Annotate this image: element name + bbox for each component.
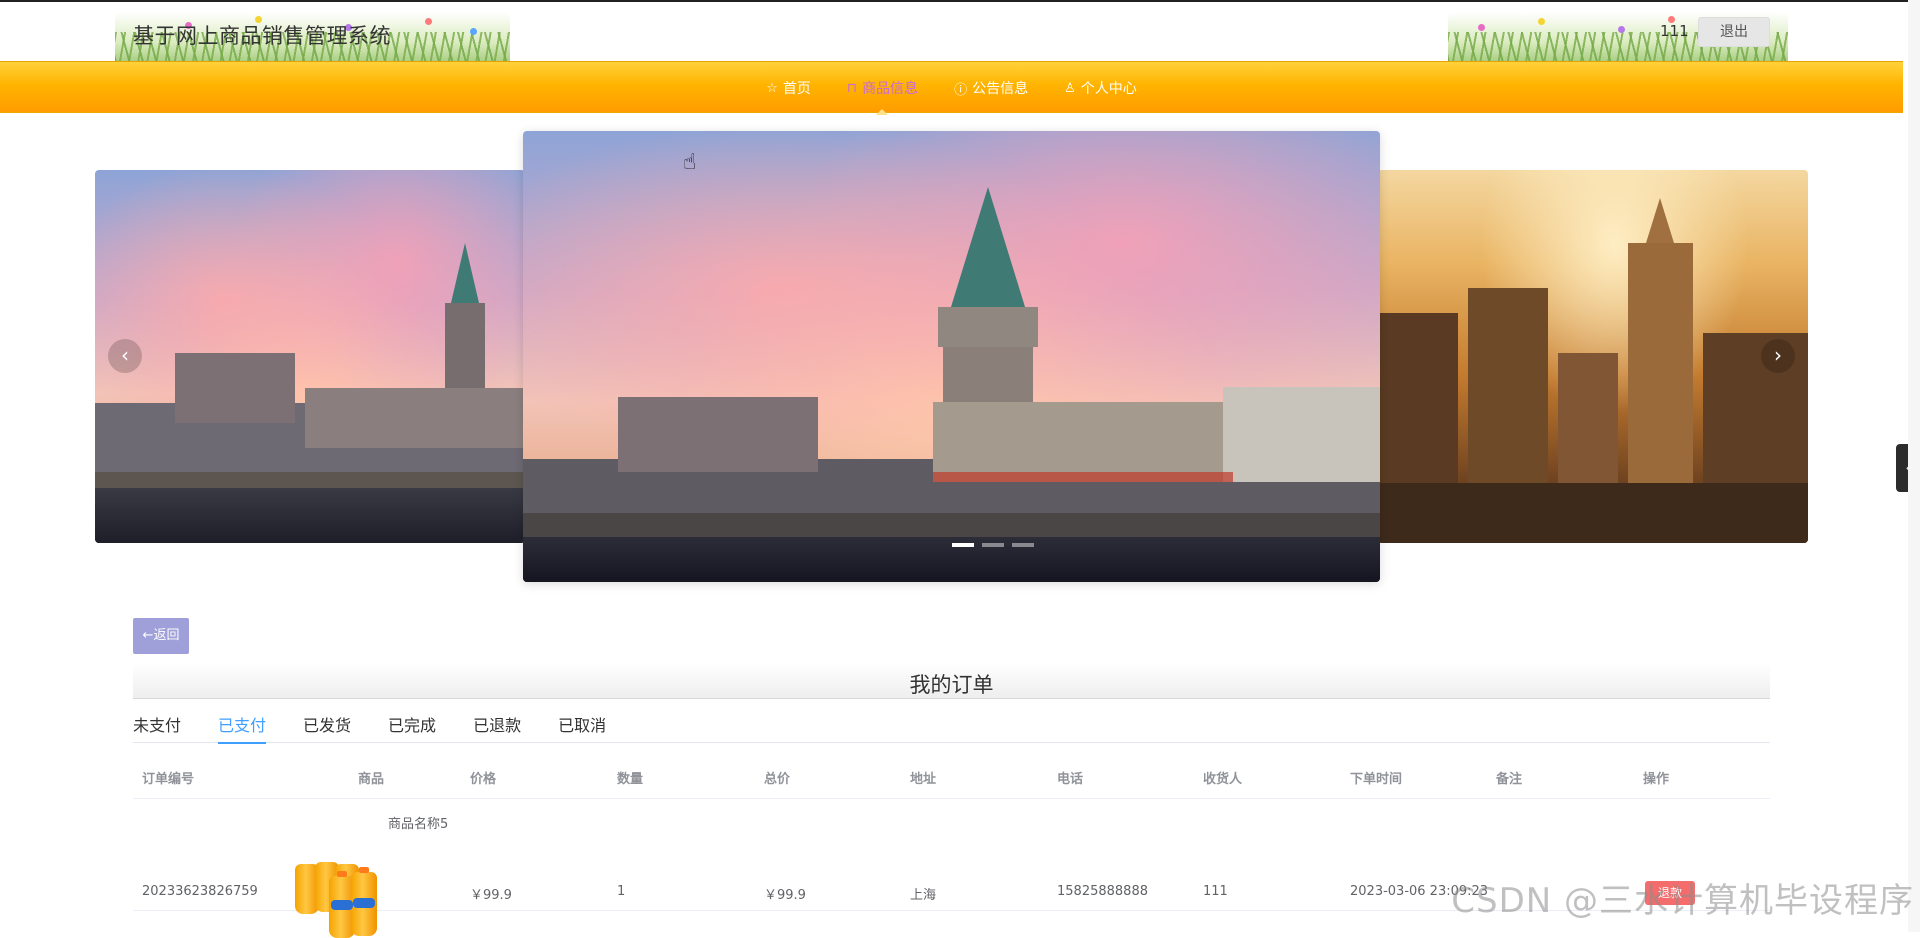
column-header-price: 价格	[470, 768, 496, 787]
column-header-receiver: 收货人	[1203, 768, 1242, 787]
column-header-product: 商品	[358, 768, 384, 787]
column-header-action: 操作	[1643, 768, 1669, 787]
quantity-cell: 1	[617, 884, 625, 899]
column-header-total: 总价	[764, 768, 790, 787]
nav-item-label: 公告信息	[972, 78, 1028, 98]
column-header-remark: 备注	[1496, 768, 1522, 787]
carousel-slide-current[interactable]	[523, 131, 1380, 582]
table-header: 订单编号 商品 价格 数量 总价 地址 电话 收货人 下单时间 备注 操作	[133, 760, 1770, 799]
carousel-indicator[interactable]	[1012, 543, 1034, 547]
carousel-indicator[interactable]	[982, 543, 1004, 547]
nav-item-label: 首页	[783, 78, 811, 98]
nav-item-home[interactable]: ☆ 首页	[766, 62, 811, 114]
carousel-indicators	[952, 543, 1034, 547]
watermark-text: CSDN @三水计算机毕设程序	[1451, 873, 1914, 922]
nav-item-announcements[interactable]: ⓘ 公告信息	[954, 62, 1028, 114]
carousel-slide-prev[interactable]	[95, 170, 525, 543]
nav-item-products[interactable]: ⊓ 商品信息	[847, 62, 918, 114]
nav-item-label: 商品信息	[862, 78, 918, 98]
order-status-tabs: 未支付 已支付 已发货 已完成 已退款 已取消	[133, 713, 1770, 743]
nav-item-profile[interactable]: ♙ 个人中心	[1064, 62, 1137, 114]
top-header: 基于网上商品销售管理系统 111 退出	[0, 0, 1920, 61]
column-header-order-no: 订单编号	[142, 768, 194, 787]
phone-cell: 15825888888	[1057, 884, 1148, 899]
tab-paid[interactable]: 已支付	[218, 713, 266, 743]
nav-item-label: 个人中心	[1081, 78, 1137, 98]
bag-icon: ⊓	[847, 81, 857, 96]
column-header-order-time: 下单时间	[1350, 768, 1402, 787]
carousel-indicator[interactable]	[952, 543, 974, 547]
user-icon: ♙	[1064, 81, 1076, 96]
chevron-right-icon: ›	[1774, 343, 1782, 367]
carousel-prev-button[interactable]: ‹	[108, 339, 142, 373]
page-title: 我的订单	[133, 669, 1770, 699]
back-button[interactable]: ←返回	[133, 618, 189, 654]
site-title: 基于网上商品销售管理系统	[133, 20, 391, 50]
orders-title-bar: 我的订单	[133, 663, 1770, 699]
column-header-quantity: 数量	[617, 768, 643, 787]
page-scrollbar[interactable]	[1908, 0, 1920, 932]
receiver-cell: 111	[1203, 884, 1228, 899]
price-cell: ￥99.9	[470, 884, 512, 903]
column-header-address: 地址	[910, 768, 936, 787]
column-header-phone: 电话	[1057, 768, 1083, 787]
hand-cursor-icon: ☝	[683, 150, 696, 175]
tab-refunded[interactable]: 已退款	[473, 713, 521, 743]
tab-cancelled[interactable]: 已取消	[558, 713, 606, 743]
user-name: 111	[1660, 22, 1689, 40]
order-number: 20233623826759	[142, 884, 258, 899]
total-cell: ￥99.9	[764, 884, 806, 903]
carousel-next-button[interactable]: ›	[1761, 339, 1795, 373]
main-nav: ☆ 首页 ⊓ 商品信息 ⓘ 公告信息 ♙ 个人中心	[0, 61, 1903, 113]
star-icon: ☆	[766, 81, 778, 96]
info-icon: ⓘ	[954, 79, 967, 98]
product-name: 商品名称5	[388, 813, 448, 832]
tab-completed[interactable]: 已完成	[388, 713, 436, 743]
address-cell: 上海	[910, 884, 936, 903]
chevron-left-icon: ‹	[121, 343, 129, 367]
tab-shipped[interactable]: 已发货	[303, 713, 351, 743]
product-image[interactable]	[291, 856, 379, 938]
carousel-slide-next[interactable]	[1378, 170, 1808, 543]
tab-unpaid[interactable]: 未支付	[133, 713, 181, 743]
logout-button[interactable]: 退出	[1698, 17, 1770, 47]
